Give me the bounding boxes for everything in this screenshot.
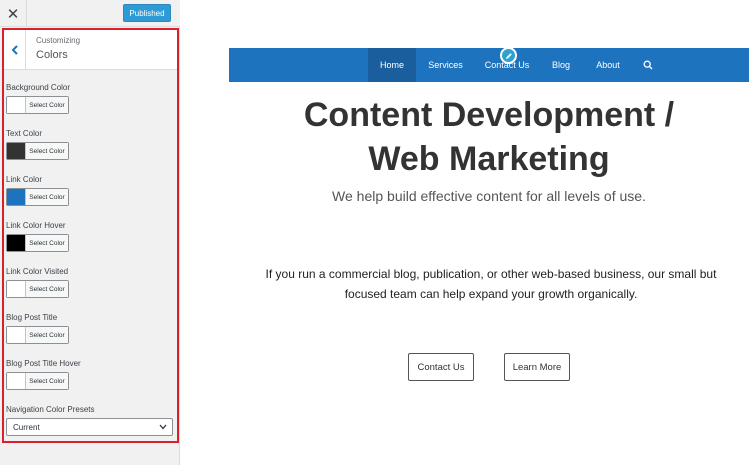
hero-subtitle: We help build effective content for all …	[332, 188, 646, 204]
highlight-frame	[2, 28, 179, 443]
hero-title-line2: Web Marketing	[368, 140, 610, 178]
close-customizer-button[interactable]: ✕	[0, 0, 27, 27]
nav-services[interactable]: Services	[419, 48, 472, 82]
customizer-topbar: ✕ Published	[0, 0, 180, 27]
close-icon: ✕	[6, 5, 20, 23]
hero-body-line2: focused team can help expand your growth…	[344, 287, 638, 301]
nav-about[interactable]: About	[587, 48, 629, 82]
contact-us-button[interactable]: Contact Us	[408, 353, 474, 381]
hero-body-line1: If you run a commercial blog, publicatio…	[265, 267, 717, 281]
site-preview: Home Services Contact Us Blog About Cont…	[181, 0, 750, 465]
hero-title-line1: Content Development /	[303, 96, 675, 134]
published-button[interactable]: Published	[123, 4, 171, 22]
nav-search[interactable]	[636, 48, 660, 82]
nav-home[interactable]: Home	[368, 48, 416, 82]
pencil-icon	[505, 52, 512, 59]
search-icon	[643, 60, 653, 70]
customizer-sidebar: ✕ Published Customizing Colors Backgroun…	[0, 0, 180, 465]
learn-more-button[interactable]: Learn More	[504, 353, 570, 381]
hero-body: If you run a commercial blog, publicatio…	[241, 264, 741, 304]
nav-blog[interactable]: Blog	[543, 48, 579, 82]
edit-shortcut-button[interactable]	[500, 47, 517, 64]
customizer-window: ✕ Published Customizing Colors Backgroun…	[0, 0, 750, 465]
hero-title: Content Development / Web Marketing	[229, 93, 749, 181]
site-navbar: Home Services Contact Us Blog About	[229, 48, 749, 82]
